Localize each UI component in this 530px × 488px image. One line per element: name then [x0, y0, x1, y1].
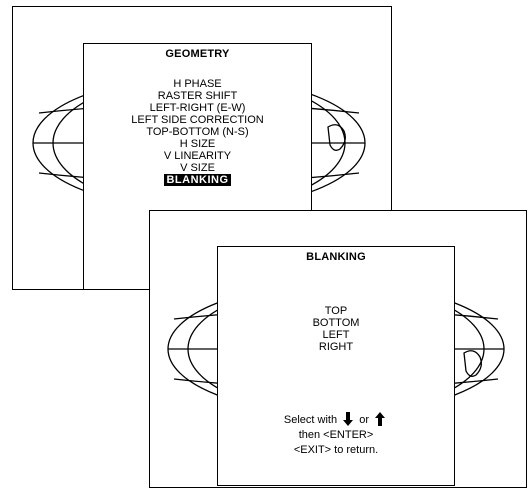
instruction-exit: <EXIT> to return. [293, 444, 379, 456]
menu-item-left-right[interactable]: LEFT-RIGHT (E-W) [84, 102, 311, 114]
menu-item-left-side-correction[interactable]: LEFT SIDE CORRECTION [84, 114, 311, 126]
geometry-menu-list: H PHASE RASTER SHIFT LEFT-RIGHT (E-W) LE… [84, 78, 311, 186]
up-arrow-icon [375, 412, 386, 426]
instructions: Select with or then <ENTER> <EXIT> to re… [218, 412, 454, 458]
menu-item-raster-shift[interactable]: RASTER SHIFT [84, 90, 311, 102]
menu-item-bottom[interactable]: BOTTOM [218, 317, 454, 329]
blanking-screen: BLANKING TOP BOTTOM LEFT RIGHT Select wi… [149, 210, 527, 488]
menu-item-top-bottom[interactable]: TOP-BOTTOM (N-S) [84, 126, 311, 138]
blanking-menu-title: BLANKING [306, 251, 366, 263]
menu-item-h-size[interactable]: H SIZE [84, 138, 311, 150]
instruction-enter: then <ENTER> [298, 429, 374, 441]
instruction-select: Select with or [218, 412, 454, 428]
menu-item-left[interactable]: LEFT [218, 329, 454, 341]
blanking-menu-list: TOP BOTTOM LEFT RIGHT [218, 305, 454, 353]
menu-item-h-phase[interactable]: H PHASE [84, 78, 311, 90]
menu-item-blanking[interactable]: BLANKING [84, 174, 311, 186]
menu-item-v-size[interactable]: V SIZE [84, 162, 311, 174]
menu-item-v-linearity[interactable]: V LINEARITY [84, 150, 311, 162]
menu-item-right[interactable]: RIGHT [218, 341, 454, 353]
menu-item-top[interactable]: TOP [218, 305, 454, 317]
geometry-menu-title: GEOMETRY [165, 48, 230, 60]
down-arrow-icon [343, 412, 354, 426]
blanking-menu: BLANKING TOP BOTTOM LEFT RIGHT Select wi… [217, 246, 455, 486]
